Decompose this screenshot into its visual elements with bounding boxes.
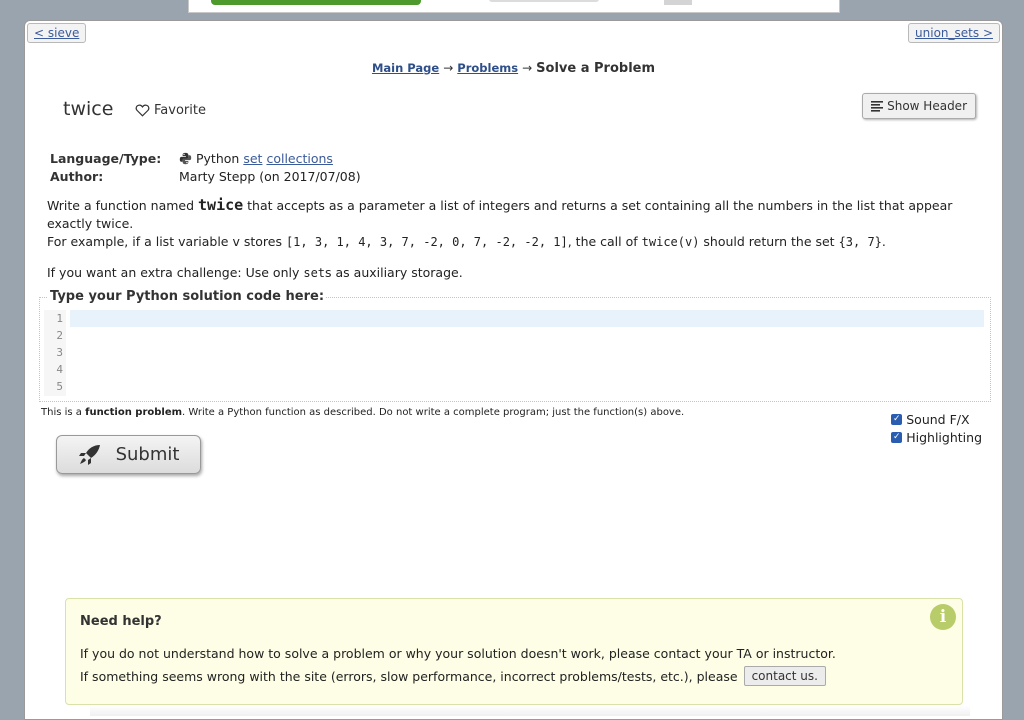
desc-text: should return the set bbox=[699, 234, 839, 249]
tag-collections-link[interactable]: collections bbox=[266, 151, 333, 166]
line-number: 2 bbox=[56, 329, 63, 342]
language-name: Python bbox=[196, 150, 240, 166]
bottom-shadow bbox=[90, 706, 970, 716]
heart-icon bbox=[135, 104, 150, 117]
help-box: Need help? If you do not understand how … bbox=[65, 598, 963, 705]
hint-text: This is a bbox=[41, 407, 86, 418]
hint-text: . Write a Python function as described. … bbox=[182, 407, 685, 418]
breadcrumb-main-page[interactable]: Main Page bbox=[372, 61, 439, 75]
problem-description: Write a function named twice that accept… bbox=[47, 196, 982, 295]
author-value: Marty Stepp (on 2017/07/08) bbox=[179, 168, 361, 184]
breadcrumb-arrow: → bbox=[443, 61, 454, 75]
code-editor[interactable]: 1 2 3 4 5 bbox=[44, 310, 984, 396]
menu-lines-icon bbox=[871, 100, 884, 112]
language-label: Language/Type: bbox=[50, 150, 162, 166]
show-header-label: Show Header bbox=[887, 99, 967, 113]
line-number: 5 bbox=[56, 380, 63, 393]
desc-text: Write a function named bbox=[47, 198, 199, 213]
desc-text: If you want an extra challenge: Use only bbox=[47, 265, 304, 280]
breadcrumb-problems[interactable]: Problems bbox=[457, 61, 518, 75]
sound-fx-label: Sound F/X bbox=[906, 411, 970, 427]
language-value: Python set collections bbox=[179, 151, 333, 166]
highlighting-label: Highlighting bbox=[906, 429, 982, 445]
editor-options: ✓ Sound F/X ✓ Highlighting bbox=[891, 410, 982, 446]
line-number: 3 bbox=[56, 346, 63, 359]
help-line-2-text: If something seems wrong with the site (… bbox=[80, 668, 738, 684]
language-row: Language/Type: Python set collections bbox=[50, 149, 361, 167]
show-header-button[interactable]: Show Header bbox=[862, 93, 976, 119]
help-line-2: If something seems wrong with the site (… bbox=[80, 666, 826, 686]
help-title: Need help? bbox=[80, 614, 162, 629]
desc-text: . bbox=[881, 234, 886, 249]
solution-legend: Type your Python solution code here: bbox=[48, 289, 327, 304]
description-paragraph-1: Write a function named twice that accept… bbox=[47, 196, 982, 251]
rocket-icon bbox=[78, 444, 100, 465]
hint-bold: function problem bbox=[85, 407, 183, 418]
tag-set-link[interactable]: set bbox=[243, 151, 262, 166]
solution-fieldset: Type your Python solution code here: 1 2… bbox=[39, 289, 991, 402]
line-number: 4 bbox=[56, 363, 63, 376]
function-name-code: twice bbox=[198, 196, 244, 214]
highlighting-option[interactable]: ✓ Highlighting bbox=[891, 428, 982, 446]
desc-text: s as auxiliary storage. bbox=[325, 265, 463, 280]
line-number-gutter: 1 2 3 4 5 bbox=[44, 310, 66, 396]
author-label: Author: bbox=[50, 168, 104, 184]
description-paragraph-2: If you want an extra challenge: Use only… bbox=[47, 264, 982, 282]
function-problem-hint: This is a function problem. Write a Pyth… bbox=[41, 407, 684, 418]
sound-fx-checkbox[interactable]: ✓ bbox=[891, 413, 903, 425]
python-icon bbox=[179, 152, 192, 164]
sound-fx-option[interactable]: ✓ Sound F/X bbox=[891, 410, 982, 428]
problem-title: twice bbox=[63, 98, 114, 120]
problem-meta: Language/Type: Python set collections Au… bbox=[50, 149, 361, 185]
breadcrumb-current: Solve a Problem bbox=[536, 61, 656, 76]
browser-top-strip bbox=[188, 0, 840, 13]
submit-button[interactable]: Submit bbox=[56, 435, 201, 474]
example-call-code: twice(v) bbox=[641, 235, 700, 249]
highlighting-checkbox[interactable]: ✓ bbox=[891, 431, 903, 443]
example-list-code: [1, 3, 1, 4, 3, 7, -2, 0, 7, -2, -2, 1] bbox=[285, 235, 568, 249]
author-row: Author: Marty Stepp (on 2017/07/08) bbox=[50, 167, 361, 185]
partial-grey-box bbox=[664, 0, 692, 5]
contact-us-button[interactable]: contact us. bbox=[743, 666, 826, 686]
code-text-area[interactable] bbox=[70, 310, 984, 396]
example-result-code: {3, 7} bbox=[838, 235, 882, 249]
prev-problem-link[interactable]: < sieve bbox=[27, 23, 87, 43]
partial-tab-label bbox=[489, 0, 599, 2]
favorite-label: Favorite bbox=[154, 103, 206, 118]
breadcrumb: Main Page → Problems → Solve a Problem bbox=[25, 61, 1002, 76]
partial-green-button bbox=[211, 0, 421, 5]
desc-text: For example, if a list variable v stores bbox=[47, 234, 286, 249]
info-icon: i bbox=[930, 604, 956, 630]
active-line[interactable] bbox=[70, 310, 984, 327]
help-line-1: If you do not understand how to solve a … bbox=[80, 646, 836, 661]
breadcrumb-arrow: → bbox=[522, 61, 533, 75]
next-problem-link[interactable]: union_sets > bbox=[908, 23, 1000, 43]
submit-label: Submit bbox=[115, 444, 180, 465]
line-number: 1 bbox=[56, 312, 63, 325]
desc-text: , the call of bbox=[567, 234, 642, 249]
set-code: set bbox=[303, 266, 326, 280]
favorite-button[interactable]: Favorite bbox=[135, 103, 206, 118]
problem-page: < sieve union_sets > Main Page → Problems →… bbox=[24, 20, 1003, 720]
